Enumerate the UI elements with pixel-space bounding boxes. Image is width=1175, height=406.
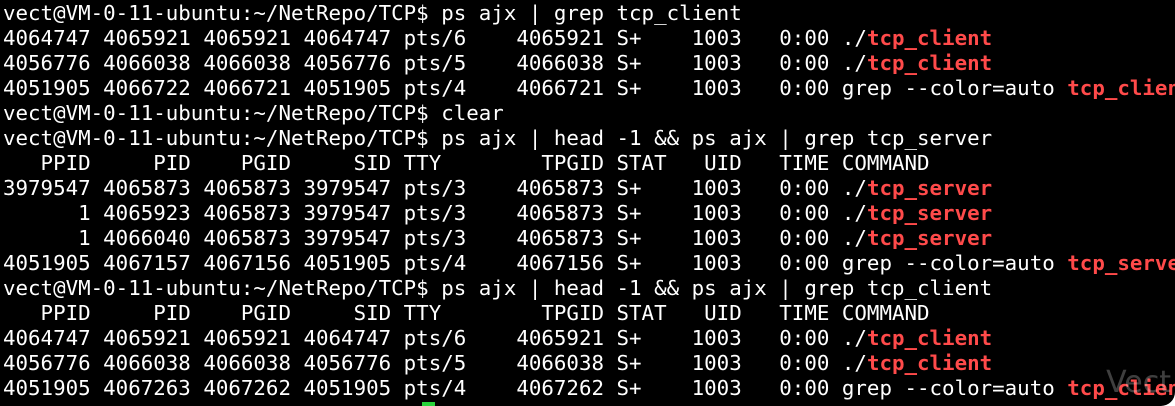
terminal-line-process: 4051905 4067263 4067262 4051905 pts/4 40… xyxy=(3,376,1175,401)
line-text: 4051905 4067157 4067156 4051905 pts/4 40… xyxy=(3,251,1068,275)
grep-match: tcp_server xyxy=(866,176,993,200)
line-text: 1 4065923 4065873 3979547 pts/3 4065873 … xyxy=(3,201,867,225)
line-text: 4064747 4065921 4065921 4064747 pts/6 40… xyxy=(3,26,867,50)
grep-match: tcp_server xyxy=(1067,251,1175,275)
line-text: 4056776 4066038 4066038 4056776 pts/5 40… xyxy=(3,51,867,75)
terminal-line-process: 4056776 4066038 4066038 4056776 pts/5 40… xyxy=(3,351,1175,376)
terminal-line-header: PPID PID PGID SID TTY TPGID STAT UID TIM… xyxy=(3,151,1175,176)
terminal-window[interactable]: vect@VM-0-11-ubuntu:~/NetRepo/TCP$ ps aj… xyxy=(0,0,1175,406)
terminal-line-process: 4064747 4065921 4065921 4064747 pts/6 40… xyxy=(3,326,1175,351)
terminal-line-process: 4051905 4067157 4067156 4051905 pts/4 40… xyxy=(3,251,1175,276)
grep-match: tcp_server xyxy=(866,201,993,225)
line-text: 1 4066040 4065873 3979547 pts/3 4065873 … xyxy=(3,226,867,250)
terminal-cursor xyxy=(422,402,435,406)
line-text: vect@VM-0-11-ubuntu:~/NetRepo/TCP$ ps aj… xyxy=(3,1,742,25)
line-text: 4064747 4065921 4065921 4064747 pts/6 40… xyxy=(3,326,867,350)
line-text: vect@VM-0-11-ubuntu:~/NetRepo/TCP$ ps aj… xyxy=(3,126,993,150)
line-text: 4056776 4066038 4066038 4056776 pts/5 40… xyxy=(3,351,867,375)
line-text: PPID PID PGID SID TTY TPGID STAT UID TIM… xyxy=(3,151,930,175)
grep-match: tcp_client xyxy=(866,51,993,75)
terminal-line-process: 3979547 4065873 4065873 3979547 pts/3 40… xyxy=(3,176,1175,201)
terminal-line-process: 1 4065923 4065873 3979547 pts/3 4065873 … xyxy=(3,201,1175,226)
terminal-line-process: 4064747 4065921 4065921 4064747 pts/6 40… xyxy=(3,26,1175,51)
line-text: 4051905 4066722 4066721 4051905 pts/4 40… xyxy=(3,76,1068,100)
terminal-line-header: PPID PID PGID SID TTY TPGID STAT UID TIM… xyxy=(3,301,1175,326)
line-text: 4051905 4067263 4067262 4051905 pts/4 40… xyxy=(3,376,1068,400)
grep-match: tcp_server xyxy=(866,226,993,250)
terminal-line-process: 4051905 4066722 4066721 4051905 pts/4 40… xyxy=(3,76,1175,101)
terminal-output: vect@VM-0-11-ubuntu:~/NetRepo/TCP$ ps aj… xyxy=(3,1,1175,401)
line-text: vect@VM-0-11-ubuntu:~/NetRepo/TCP$ clear xyxy=(3,101,504,125)
terminal-line-process: 4056776 4066038 4066038 4056776 pts/5 40… xyxy=(3,51,1175,76)
terminal-line-command: vect@VM-0-11-ubuntu:~/NetRepo/TCP$ ps aj… xyxy=(3,276,1175,301)
grep-match: tcp_client xyxy=(1067,376,1175,400)
terminal-line-command: vect@VM-0-11-ubuntu:~/NetRepo/TCP$ ps aj… xyxy=(3,126,1175,151)
line-text: vect@VM-0-11-ubuntu:~/NetRepo/TCP$ ps aj… xyxy=(3,276,993,300)
grep-match: tcp_client xyxy=(866,326,993,350)
line-text: PPID PID PGID SID TTY TPGID STAT UID TIM… xyxy=(3,301,930,325)
terminal-line-process: 1 4066040 4065873 3979547 pts/3 4065873 … xyxy=(3,226,1175,251)
grep-match: tcp_client xyxy=(866,26,993,50)
grep-match: tcp_client xyxy=(866,351,993,375)
grep-match: tcp_client xyxy=(1067,76,1175,100)
terminal-line-command: vect@VM-0-11-ubuntu:~/NetRepo/TCP$ clear xyxy=(3,101,1175,126)
terminal-line-command: vect@VM-0-11-ubuntu:~/NetRepo/TCP$ ps aj… xyxy=(3,1,1175,26)
line-text: 3979547 4065873 4065873 3979547 pts/3 40… xyxy=(3,176,867,200)
